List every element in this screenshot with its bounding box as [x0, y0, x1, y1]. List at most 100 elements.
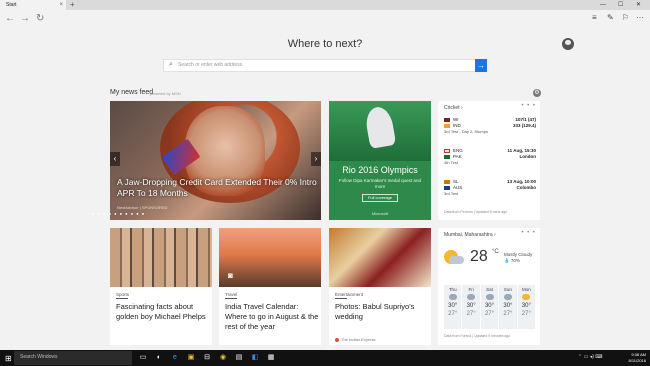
- chrome-icon[interactable]: ◉: [218, 353, 228, 363]
- flag-sl-icon: [444, 179, 450, 184]
- flag-eng-icon: [444, 148, 450, 153]
- flag-ind-icon: [444, 123, 450, 128]
- refresh-button[interactable]: ↻: [36, 12, 44, 26]
- app-icon[interactable]: ▤: [234, 353, 244, 363]
- taskbar-clock[interactable]: 9:38 AM 8/11/2016: [629, 352, 647, 364]
- tray-icons[interactable]: ⌃ ▭ ◂) ⌨: [578, 354, 602, 360]
- share-icon[interactable]: ⚐: [622, 13, 629, 22]
- match-status: 3rd Test: [444, 191, 459, 196]
- story-source: The Indian Express: [341, 337, 376, 342]
- cricket-card: Cricket › • • • WI 107/1 (47) IND 333 (129…: [438, 101, 540, 220]
- start-button[interactable]: ⊞: [5, 354, 12, 363]
- weather-card: Mumbai, Maharashtra › • • • 28 °C Mostly…: [438, 228, 540, 345]
- cricket-more-icon[interactable]: • • •: [521, 103, 536, 109]
- search-input[interactable]: ⌕ Search or enter web address →: [163, 59, 487, 72]
- current-temperature: 28: [470, 248, 488, 265]
- gymnast-figure: [363, 105, 397, 149]
- source-logo-icon: [335, 338, 339, 342]
- current-weather: 28 °C Mostly Cloudy 💧 70%: [444, 248, 536, 272]
- tab-bar: Start × + — ☐ ✕: [0, 0, 650, 10]
- weather-footer: Data from Foreca | Updated 9 minutes ago: [444, 334, 511, 338]
- cricket-heading[interactable]: Cricket ›: [444, 105, 463, 111]
- close-window-button[interactable]: ✕: [636, 0, 641, 10]
- olympics-card[interactable]: Rio 2016 Olympics Follow Dipa Karmakar's…: [329, 101, 431, 220]
- match-status: 4th Test: [444, 160, 458, 165]
- tab-start[interactable]: Start ×: [0, 0, 66, 10]
- search-go-button[interactable]: →: [475, 59, 487, 72]
- category-underline: [116, 298, 128, 299]
- category-underline: [335, 298, 347, 299]
- main-story-source: NextAdvisor | SPONSORED: [117, 205, 168, 210]
- story-card-entertainment[interactable]: Entertainment Photos: Babul Supriyo's we…: [329, 228, 431, 345]
- hub-icon[interactable]: ≡: [592, 13, 597, 22]
- cloud-icon: [467, 294, 476, 300]
- category-underline: [225, 298, 237, 299]
- more-icon[interactable]: ···: [636, 13, 644, 22]
- minimize-button[interactable]: —: [600, 0, 606, 10]
- app-icon[interactable]: ▦: [266, 353, 276, 363]
- forecast-day[interactable]: Fri 30° 27°: [462, 285, 480, 329]
- story-title[interactable]: Fascinating facts about golden boy Micha…: [116, 302, 210, 322]
- match-item[interactable]: ENG 11 Aug, 15:30 PAK London 4th Test: [444, 148, 536, 166]
- taskbar: ⊞ Search Windows ▭ ◐ e ▣ ⊟ ◉ ▤ ◧ ▦ ⌃ ▭ ◂…: [0, 350, 650, 366]
- flag-pak-icon: [444, 154, 450, 159]
- main-story-headline[interactable]: A Jaw-Dropping Credit Card Extended Thei…: [117, 177, 317, 199]
- profile-icon[interactable]: [562, 38, 574, 50]
- forecast: Thu 30° 27° Fri 30° 27° Sat 30° 27° Sun 30° 27° …: [444, 285, 536, 329]
- file-explorer-icon[interactable]: ▣: [186, 353, 196, 363]
- forecast-day[interactable]: Thu 30° 27°: [444, 285, 462, 329]
- maximize-button[interactable]: ☐: [618, 0, 623, 10]
- back-button[interactable]: ←: [5, 12, 15, 26]
- main-story-card[interactable]: A Jaw-Dropping Credit Card Extended Thei…: [110, 101, 321, 220]
- taskbar-search[interactable]: Search Windows: [14, 351, 132, 365]
- match-item[interactable]: WI 107/1 (47) IND 333 (129.4) 3rd Test - D…: [444, 117, 536, 135]
- story-card-travel[interactable]: ◙ Travel India Travel Calendar: Where to…: [219, 228, 321, 345]
- story-image: [329, 228, 431, 287]
- story-card-sports[interactable]: Sports Fascinating facts about golden bo…: [110, 228, 212, 345]
- app-icon[interactable]: ◧: [250, 353, 260, 363]
- cloud-icon: [448, 294, 457, 300]
- camera-icon: ◙: [228, 271, 233, 280]
- story-title[interactable]: India Travel Calendar: Where to go in Au…: [225, 302, 319, 332]
- story-category[interactable]: Travel: [225, 292, 237, 297]
- temperature-unit[interactable]: °C: [492, 249, 499, 255]
- task-view-icon[interactable]: ▭: [138, 353, 148, 363]
- feed-title: My news feed: [110, 89, 154, 96]
- story-category[interactable]: Sports: [116, 292, 129, 297]
- carousel-prev-button[interactable]: ‹: [110, 152, 120, 166]
- match-item[interactable]: SL 13 Aug, 10:00 AUS Colombo 3rd Test: [444, 179, 536, 197]
- full-coverage-button[interactable]: Full coverage: [362, 194, 398, 202]
- cloud-icon: [449, 256, 464, 264]
- tab-close-icon[interactable]: ×: [59, 0, 63, 10]
- web-note-icon[interactable]: ✎: [607, 13, 614, 22]
- gear-icon[interactable]: ⚙: [533, 89, 541, 97]
- carousel-next-button[interactable]: ›: [311, 152, 321, 166]
- forward-button[interactable]: →: [20, 12, 30, 26]
- story-category[interactable]: Entertainment: [335, 292, 363, 297]
- search-icon: ⌕: [169, 61, 173, 68]
- story-image: ◙: [219, 228, 321, 287]
- page-title: Where to next?: [287, 38, 363, 50]
- new-tab-button[interactable]: +: [70, 0, 75, 10]
- navigation-bar: ← → ↻ ≡ ✎ ⚐ ···: [0, 10, 650, 28]
- search-placeholder: Search or enter web address: [178, 62, 243, 68]
- feed-powered-by: powered by MSN: [150, 91, 181, 96]
- forecast-day[interactable]: Mon 30° 27°: [517, 285, 536, 329]
- partly-sunny-icon: [522, 294, 531, 300]
- forecast-day[interactable]: Sat 30° 27°: [480, 285, 499, 329]
- edge-icon[interactable]: e: [170, 353, 180, 363]
- app-icon[interactable]: ◐: [154, 353, 164, 363]
- flag-aus-icon: [444, 185, 450, 190]
- cricket-footer: Data from Perform | Updated 8 mins ago: [444, 210, 507, 214]
- weather-location[interactable]: Mumbai, Maharashtra ›: [444, 232, 496, 238]
- forecast-day[interactable]: Sun 30° 27°: [499, 285, 517, 329]
- humidity: 💧 70%: [504, 258, 520, 263]
- store-icon[interactable]: ⊟: [202, 353, 212, 363]
- olympics-image: [329, 101, 431, 161]
- story-title[interactable]: Photos: Babul Supriyo's wedding: [335, 302, 429, 322]
- weather-condition: Mostly Cloudy 💧 70%: [504, 252, 533, 263]
- rain-icon: [485, 294, 494, 300]
- weather-more-icon[interactable]: • • •: [521, 230, 536, 236]
- carousel-dots[interactable]: ● ● ● ● ● ● ● ● ● ●: [92, 211, 145, 216]
- match-status: 3rd Test - Day 2, Stumps: [444, 129, 488, 134]
